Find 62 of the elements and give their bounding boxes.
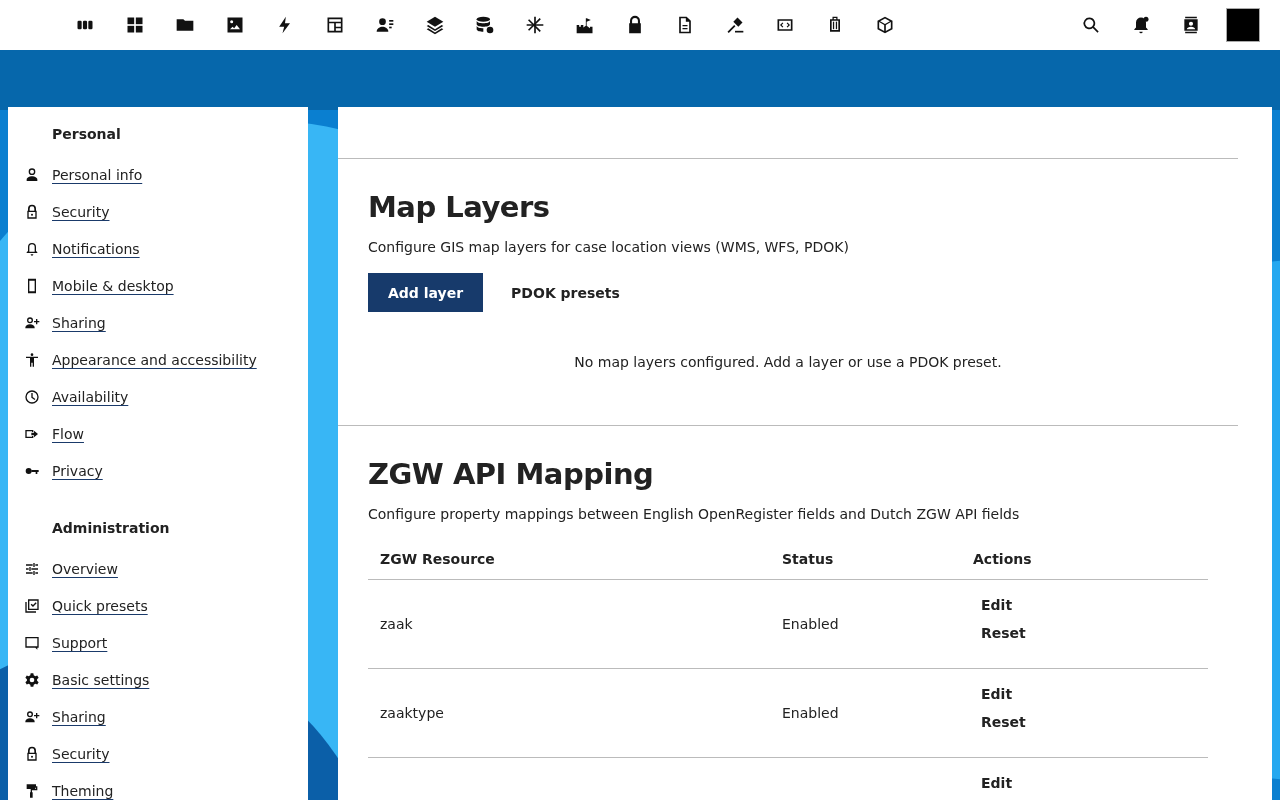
speech-bubble-icon xyxy=(24,634,40,651)
sidebar-link[interactable]: Sharing xyxy=(48,708,106,725)
add-person-icon xyxy=(24,314,40,331)
person-icon xyxy=(24,166,40,183)
paint-roller-icon xyxy=(24,782,40,799)
action-button[interactable]: Edit xyxy=(981,597,1013,613)
search-icon xyxy=(1081,15,1101,35)
grid-icon xyxy=(125,15,145,35)
sidebar-link[interactable]: Personal info xyxy=(48,166,143,183)
database-icon xyxy=(475,15,495,35)
sidebar-link[interactable]: Theming xyxy=(48,782,114,799)
image-icon xyxy=(225,15,245,35)
sidebar-link[interactable]: Security xyxy=(48,745,110,762)
accessibility-icon xyxy=(24,351,40,368)
sidebar-link[interactable]: Security xyxy=(48,203,110,220)
sidebar-link[interactable]: Support xyxy=(48,634,108,651)
section-description: Configure property mappings between English OpenRegister fields and Dutch ZGW API fields xyxy=(368,505,1021,523)
sidebar-link[interactable]: Mobile & desktop xyxy=(48,277,174,294)
status-text: Enabled xyxy=(770,579,961,669)
add-person-icon xyxy=(24,708,40,725)
sidebar-link[interactable]: Basic settings xyxy=(48,671,150,688)
sidebar-link[interactable]: Sharing xyxy=(48,314,106,331)
lock-icon xyxy=(24,745,40,762)
action-button[interactable]: Reset xyxy=(981,714,1026,730)
add-button[interactable]: Add layer xyxy=(368,273,484,312)
table-cell: zaaktype xyxy=(368,668,770,758)
action-button[interactable]: Reset xyxy=(981,625,1026,641)
column-header: Status xyxy=(770,539,961,580)
gavel-icon xyxy=(725,15,745,35)
sidebar-link[interactable]: Overview xyxy=(48,560,118,577)
avatar[interactable] xyxy=(1226,8,1260,42)
notifications-icon xyxy=(1131,15,1151,35)
clock-icon xyxy=(24,388,40,405)
column-header: Actions xyxy=(961,539,1208,580)
contacts-icon xyxy=(1181,15,1201,35)
action-button[interactable]: Edit xyxy=(981,775,1013,791)
castle-icon xyxy=(575,15,595,35)
preset-button[interactable]: PDOK presets xyxy=(491,273,640,312)
bell-icon xyxy=(24,240,40,257)
cube-icon xyxy=(875,15,895,35)
status-text: Enabled xyxy=(770,668,961,758)
contact-list-icon xyxy=(375,15,395,35)
sidebar-link[interactable]: Availability xyxy=(48,388,129,405)
action-button[interactable]: Edit xyxy=(981,686,1013,702)
sidebar-link[interactable]: Appearance and accessibility xyxy=(48,351,257,368)
section-title: Map Layers xyxy=(368,189,551,226)
sidebar-link[interactable]: Notifications xyxy=(48,240,140,257)
empty-state-message: No map layers configured. Add a layer or use a PDOK preset. xyxy=(573,354,1003,370)
column-header: ZGW Resource xyxy=(368,539,770,580)
sidebar-link[interactable]: Flow xyxy=(48,425,84,442)
section-description: Configure GIS map layers for case location views (WMS, WFS, PDOK) xyxy=(368,238,850,256)
sliders-icon xyxy=(24,560,40,577)
layers-icon xyxy=(425,15,445,35)
gear-icon xyxy=(24,671,40,688)
lock-icon xyxy=(24,203,40,220)
table-cell: zaak xyxy=(368,579,770,669)
checklist-icon xyxy=(24,597,40,614)
sidebar-link[interactable]: Privacy xyxy=(48,462,103,479)
section-heading: Administration xyxy=(52,519,171,538)
sidebar-link[interactable]: Quick presets xyxy=(48,597,148,614)
section-title: ZGW API Mapping xyxy=(368,456,655,493)
section-heading: Personal xyxy=(52,125,122,144)
